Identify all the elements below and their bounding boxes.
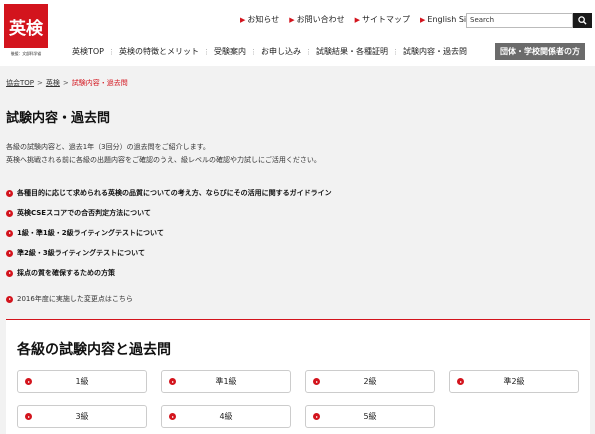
link-label: 各種目的に応じて求められる英検の品質についての考え方、ならびにその活用に関するガ… (17, 189, 332, 197)
grade-card-pre1[interactable]: 準1級 (161, 370, 291, 393)
circle-arrow-icon (6, 229, 13, 237)
link-guideline[interactable]: 各種目的に応じて求められる英検の品質についての考え方、ならびにその活用に関するガ… (6, 183, 332, 203)
link-label: 英検CSEスコアでの合否判定方法について (17, 209, 151, 217)
logo-subtitle: 後援：文部科学省 (10, 51, 42, 56)
logo-mark: 英検 (4, 4, 48, 48)
intro-line: 各級の試験内容と、過去1年（3回分）の過去問をご紹介します。 (6, 143, 210, 151)
utility-nav: ▶ お知らせ ▶ お問い合わせ ▶ サイトマップ ▶ English Site (240, 14, 484, 25)
breadcrumb: 協会TOP > 英検 > 試験内容・過去問 (6, 78, 128, 88)
breadcrumb-separator: > (62, 79, 69, 87)
grade-label: 1級 (75, 377, 89, 386)
link-label: 準2級・3級ライティングテストについて (17, 249, 145, 257)
triangle-arrow-icon: ▶ (240, 15, 246, 24)
grade-label: 4級 (219, 412, 233, 421)
gnav-item-guide[interactable]: 受験案内 (210, 43, 250, 60)
grade-card-5[interactable]: 5級 (305, 405, 435, 428)
circle-arrow-icon (6, 295, 13, 303)
section-title: 各級の試験内容と過去問 (17, 342, 171, 358)
page-title: 試験内容・過去問 (6, 111, 111, 126)
utility-link-contact[interactable]: ▶ お問い合わせ (289, 14, 344, 25)
breadcrumb-link-home[interactable]: 協会TOP (6, 78, 34, 88)
breadcrumb-link-eiken[interactable]: 英検 (46, 78, 60, 88)
triangle-arrow-icon: ▶ (354, 15, 361, 24)
search-box: Search (466, 13, 592, 28)
gnav-item-features[interactable]: 英検の特徴とメリット (115, 43, 203, 60)
grade-card-2[interactable]: 2級 (305, 370, 435, 393)
gnav-item-content[interactable]: 試験内容・過去問 (399, 43, 471, 60)
grade-card-pre2[interactable]: 準2級 (449, 370, 579, 393)
utility-link-label: サイトマップ (362, 15, 411, 24)
nav-divider: ⋮ (305, 47, 313, 56)
group-school-button[interactable]: 団体・学校関係者の方 (495, 43, 585, 60)
grades-panel: 各級の試験内容と過去問 1級 準1級 2級 準2級 3級 4級 5級 (6, 320, 590, 434)
link-2016-changes[interactable]: 2016年度に実施した変更点はこちら (6, 289, 332, 309)
grade-label: 2級 (363, 377, 377, 386)
circle-arrow-icon (6, 269, 13, 277)
link-label: 1級・準1級・2級ライティングテストについて (17, 229, 164, 237)
related-links: 各種目的に応じて求められる英検の品質についての考え方、ならびにその活用に関するガ… (6, 183, 332, 309)
grade-label: 準1級 (215, 377, 237, 386)
nav-divider: ⋮ (250, 47, 258, 56)
utility-link-label: お知らせ (247, 15, 280, 24)
grade-label: 5級 (363, 412, 377, 421)
circle-arrow-icon (6, 249, 13, 257)
gnav-item-results[interactable]: 試験結果・各種証明 (312, 43, 392, 60)
link-cse-score[interactable]: 英検CSEスコアでの合否判定方法について (6, 203, 332, 223)
eiken-logo[interactable]: 英検 後援：文部科学省 (4, 4, 48, 60)
search-input[interactable]: Search (466, 13, 573, 28)
circle-arrow-icon (6, 209, 13, 217)
circle-arrow-icon (169, 378, 176, 385)
circle-arrow-icon (25, 413, 32, 420)
utility-link-sitemap[interactable]: ▶ サイトマップ (355, 14, 410, 25)
breadcrumb-current: 試験内容・過去問 (71, 79, 128, 87)
global-nav: 英検TOP ⋮ 英検の特徴とメリット ⋮ 受験案内 ⋮ お申し込み ⋮ 試験結果… (68, 43, 585, 60)
nav-divider: ⋮ (108, 47, 116, 56)
site-header: 英検 後援：文部科学省 ▶ お知らせ ▶ お問い合わせ ▶ サイトマップ ▶ Engli… (0, 0, 595, 66)
circle-arrow-icon (169, 413, 176, 420)
triangle-arrow-icon: ▶ (420, 15, 426, 24)
circle-arrow-icon (313, 378, 320, 385)
breadcrumb-separator: > (37, 79, 43, 87)
triangle-arrow-icon: ▶ (289, 15, 295, 24)
circle-arrow-icon (25, 378, 32, 385)
circle-arrow-icon (457, 378, 464, 385)
grade-label: 準2級 (503, 377, 525, 386)
gnav-item-apply[interactable]: お申し込み (257, 43, 305, 60)
intro-text: 各級の試験内容と、過去1年（3回分）の過去問をご紹介します。 英検へ挑戦される前… (6, 141, 321, 167)
link-scoring-quality[interactable]: 採点の質を確保するための方策 (6, 263, 332, 283)
circle-arrow-icon (313, 413, 320, 420)
grade-card-1[interactable]: 1級 (17, 370, 147, 393)
utility-link-label: お問い合わせ (296, 15, 345, 24)
link-writing-upper[interactable]: 1級・準1級・2級ライティングテストについて (6, 223, 332, 243)
utility-link-news[interactable]: ▶ お知らせ (240, 14, 279, 25)
search-button[interactable] (573, 13, 592, 28)
nav-divider: ⋮ (392, 47, 400, 56)
link-label: 採点の質を確保するための方策 (17, 269, 115, 277)
grade-card-3[interactable]: 3級 (17, 405, 147, 428)
grade-label: 3級 (75, 412, 89, 421)
link-writing-lower[interactable]: 準2級・3級ライティングテストについて (6, 243, 332, 263)
gnav-item-top[interactable]: 英検TOP (68, 43, 108, 60)
magnifier-icon (578, 16, 587, 25)
nav-divider: ⋮ (203, 47, 211, 56)
link-label: 2016年度に実施した変更点はこちら (17, 295, 133, 303)
intro-line: 英検へ挑戦される前に各級の出題内容をご確認のうえ、級レベルの確認や力試しにご活用… (6, 156, 321, 164)
circle-arrow-icon (6, 189, 13, 197)
grade-card-4[interactable]: 4級 (161, 405, 291, 428)
